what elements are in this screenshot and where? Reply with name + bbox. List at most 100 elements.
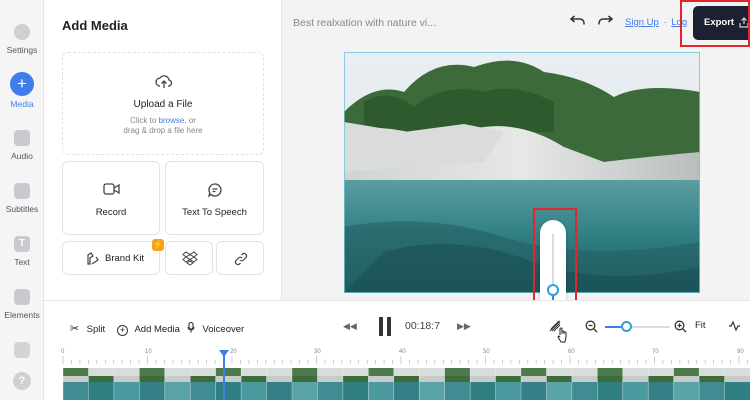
- panel-title: Add Media: [62, 18, 128, 33]
- subtitles-icon: [14, 183, 30, 199]
- export-button[interactable]: Export: [693, 6, 750, 40]
- clip-thumbnail: [113, 368, 140, 400]
- gear-icon: [14, 24, 30, 40]
- sidebar-item-settings[interactable]: Settings: [0, 24, 44, 55]
- volume-slider-knob[interactable]: [547, 284, 559, 296]
- clip-thumbnail: [724, 368, 750, 400]
- voiceover-button[interactable]: Voiceover: [187, 319, 244, 337]
- ruler-label: 0: [61, 349, 65, 355]
- add-circle-icon: +: [117, 325, 128, 336]
- add-media-panel: Add Media Upload a File Click to browse,…: [44, 0, 282, 300]
- dropbox-icon: [182, 251, 198, 266]
- timeline[interactable]: 0 10 20 30 40 50 60 70 80: [44, 346, 750, 400]
- clip-thumbnail: [164, 368, 191, 400]
- sidebar-item-label: Subtitles: [5, 204, 39, 214]
- camera-icon: [103, 183, 120, 195]
- skip-forward-icon[interactable]: ▶▶: [457, 321, 471, 332]
- help-button[interactable]: ?: [0, 372, 44, 390]
- help-icon: ?: [13, 372, 31, 390]
- upload-cloud-icon: [155, 75, 173, 88]
- ruler-label: 10: [145, 349, 152, 355]
- sidebar-item-subtitles[interactable]: Subtitles: [0, 183, 44, 214]
- zoom-in-icon[interactable]: [674, 320, 687, 333]
- clip-thumbnail: [88, 368, 114, 400]
- export-label: Export: [704, 17, 735, 28]
- split-label: Split: [86, 324, 106, 335]
- sidebar-item-label: Media: [10, 99, 34, 109]
- text-icon: T: [14, 236, 30, 252]
- sidebar-item-text[interactable]: T Text: [0, 236, 44, 267]
- ruler-label: 40: [399, 349, 406, 355]
- dropbox-button[interactable]: [165, 241, 213, 275]
- login-link[interactable]: Log: [671, 17, 687, 28]
- clip-thumbnail: [622, 368, 649, 400]
- clip-thumbnail: [240, 368, 267, 400]
- link-button[interactable]: [216, 241, 264, 275]
- auth-separator: ·: [663, 17, 667, 28]
- clip-thumbnail: [571, 368, 598, 400]
- pause-icon[interactable]: [377, 317, 393, 336]
- sidebar-item-more[interactable]: [0, 342, 44, 358]
- playback-toolbar: ✂ Split + Add Media Voiceover ◀◀ 00:18:7…: [44, 300, 750, 346]
- zoom-slider[interactable]: [605, 321, 670, 332]
- add-media-label: Add Media: [134, 324, 180, 335]
- top-bar: Best realxation with nature vi... Sign U…: [282, 0, 750, 48]
- preview-area: [282, 48, 750, 344]
- add-media-button[interactable]: + Add Media: [117, 319, 180, 337]
- sign-up-link[interactable]: Sign Up: [625, 17, 659, 28]
- undo-icon[interactable]: [569, 15, 585, 28]
- ruler-label: 30: [314, 349, 321, 355]
- skip-back-icon[interactable]: ◀◀: [343, 321, 357, 332]
- sidebar-item-media[interactable]: + Media: [0, 72, 44, 109]
- speech-bubble-icon: [207, 183, 222, 198]
- text-to-speech-button[interactable]: Text To Speech: [165, 161, 264, 235]
- clip-thumbnail: [647, 368, 674, 400]
- redo-icon[interactable]: [598, 15, 614, 28]
- brand-kit-icon: [87, 252, 99, 265]
- ruler-label: 70: [652, 349, 659, 355]
- record-label: Record: [95, 207, 127, 218]
- upload-hint-line1: Click to browse, or: [63, 116, 263, 125]
- sidebar-item-audio[interactable]: Audio: [0, 130, 44, 161]
- upload-dropzone[interactable]: Upload a File Click to browse, or drag &…: [62, 52, 264, 155]
- ruler-label: 50: [483, 349, 490, 355]
- video-clip-track[interactable]: [63, 368, 750, 400]
- project-title[interactable]: Best realxation with nature vi...: [293, 17, 436, 29]
- brand-kit-button[interactable]: Brand Kit ⚡: [62, 239, 164, 275]
- microphone-icon: [187, 321, 195, 333]
- fit-button[interactable]: Fit: [695, 320, 706, 331]
- cursor-hand-icon: [557, 327, 567, 343]
- clip-thumbnail: [368, 368, 394, 400]
- upload-hint-line2: drag & drop a file here: [123, 126, 203, 135]
- auth-links: Sign Up · Log: [625, 17, 687, 28]
- clip-thumbnail: [444, 368, 471, 400]
- sidebar-item-label: Text: [14, 257, 30, 267]
- clip-thumbnail: [139, 368, 165, 400]
- video-preview[interactable]: [344, 52, 700, 293]
- record-button[interactable]: Record: [62, 161, 160, 235]
- sidebar-item-elements[interactable]: Elements: [0, 289, 44, 320]
- sidebar-item-label: Elements: [4, 310, 40, 320]
- clip-thumbnail: [597, 368, 623, 400]
- clip-thumbnail: [495, 368, 521, 400]
- ruler-label: 60: [568, 349, 575, 355]
- clip-thumbnail: [291, 368, 318, 400]
- voiceover-label: Voiceover: [202, 324, 245, 335]
- text-to-speech-label: Text To Speech: [182, 207, 247, 218]
- pause-bar-left: [379, 317, 383, 336]
- clip-thumbnail: [393, 368, 420, 400]
- browse-link[interactable]: browse: [159, 116, 185, 125]
- clip-thumbnail: [215, 368, 242, 400]
- ruler-label: 80: [737, 349, 744, 355]
- playhead[interactable]: [218, 350, 229, 400]
- link-icon: [234, 252, 248, 266]
- zoom-slider-knob[interactable]: [620, 321, 632, 332]
- clip-thumbnail: [317, 368, 343, 400]
- left-sidebar: Settings + Media Audio Subtitles T Text …: [0, 0, 44, 400]
- zoom-out-icon[interactable]: [585, 320, 598, 333]
- music-note-icon: [14, 130, 30, 146]
- playhead-handle[interactable]: [218, 350, 229, 357]
- timeline-ruler: 0 10 20 30 40 50 60 70 80: [44, 346, 750, 366]
- waveform-icon[interactable]: [728, 320, 741, 332]
- split-button[interactable]: ✂ Split: [70, 319, 106, 335]
